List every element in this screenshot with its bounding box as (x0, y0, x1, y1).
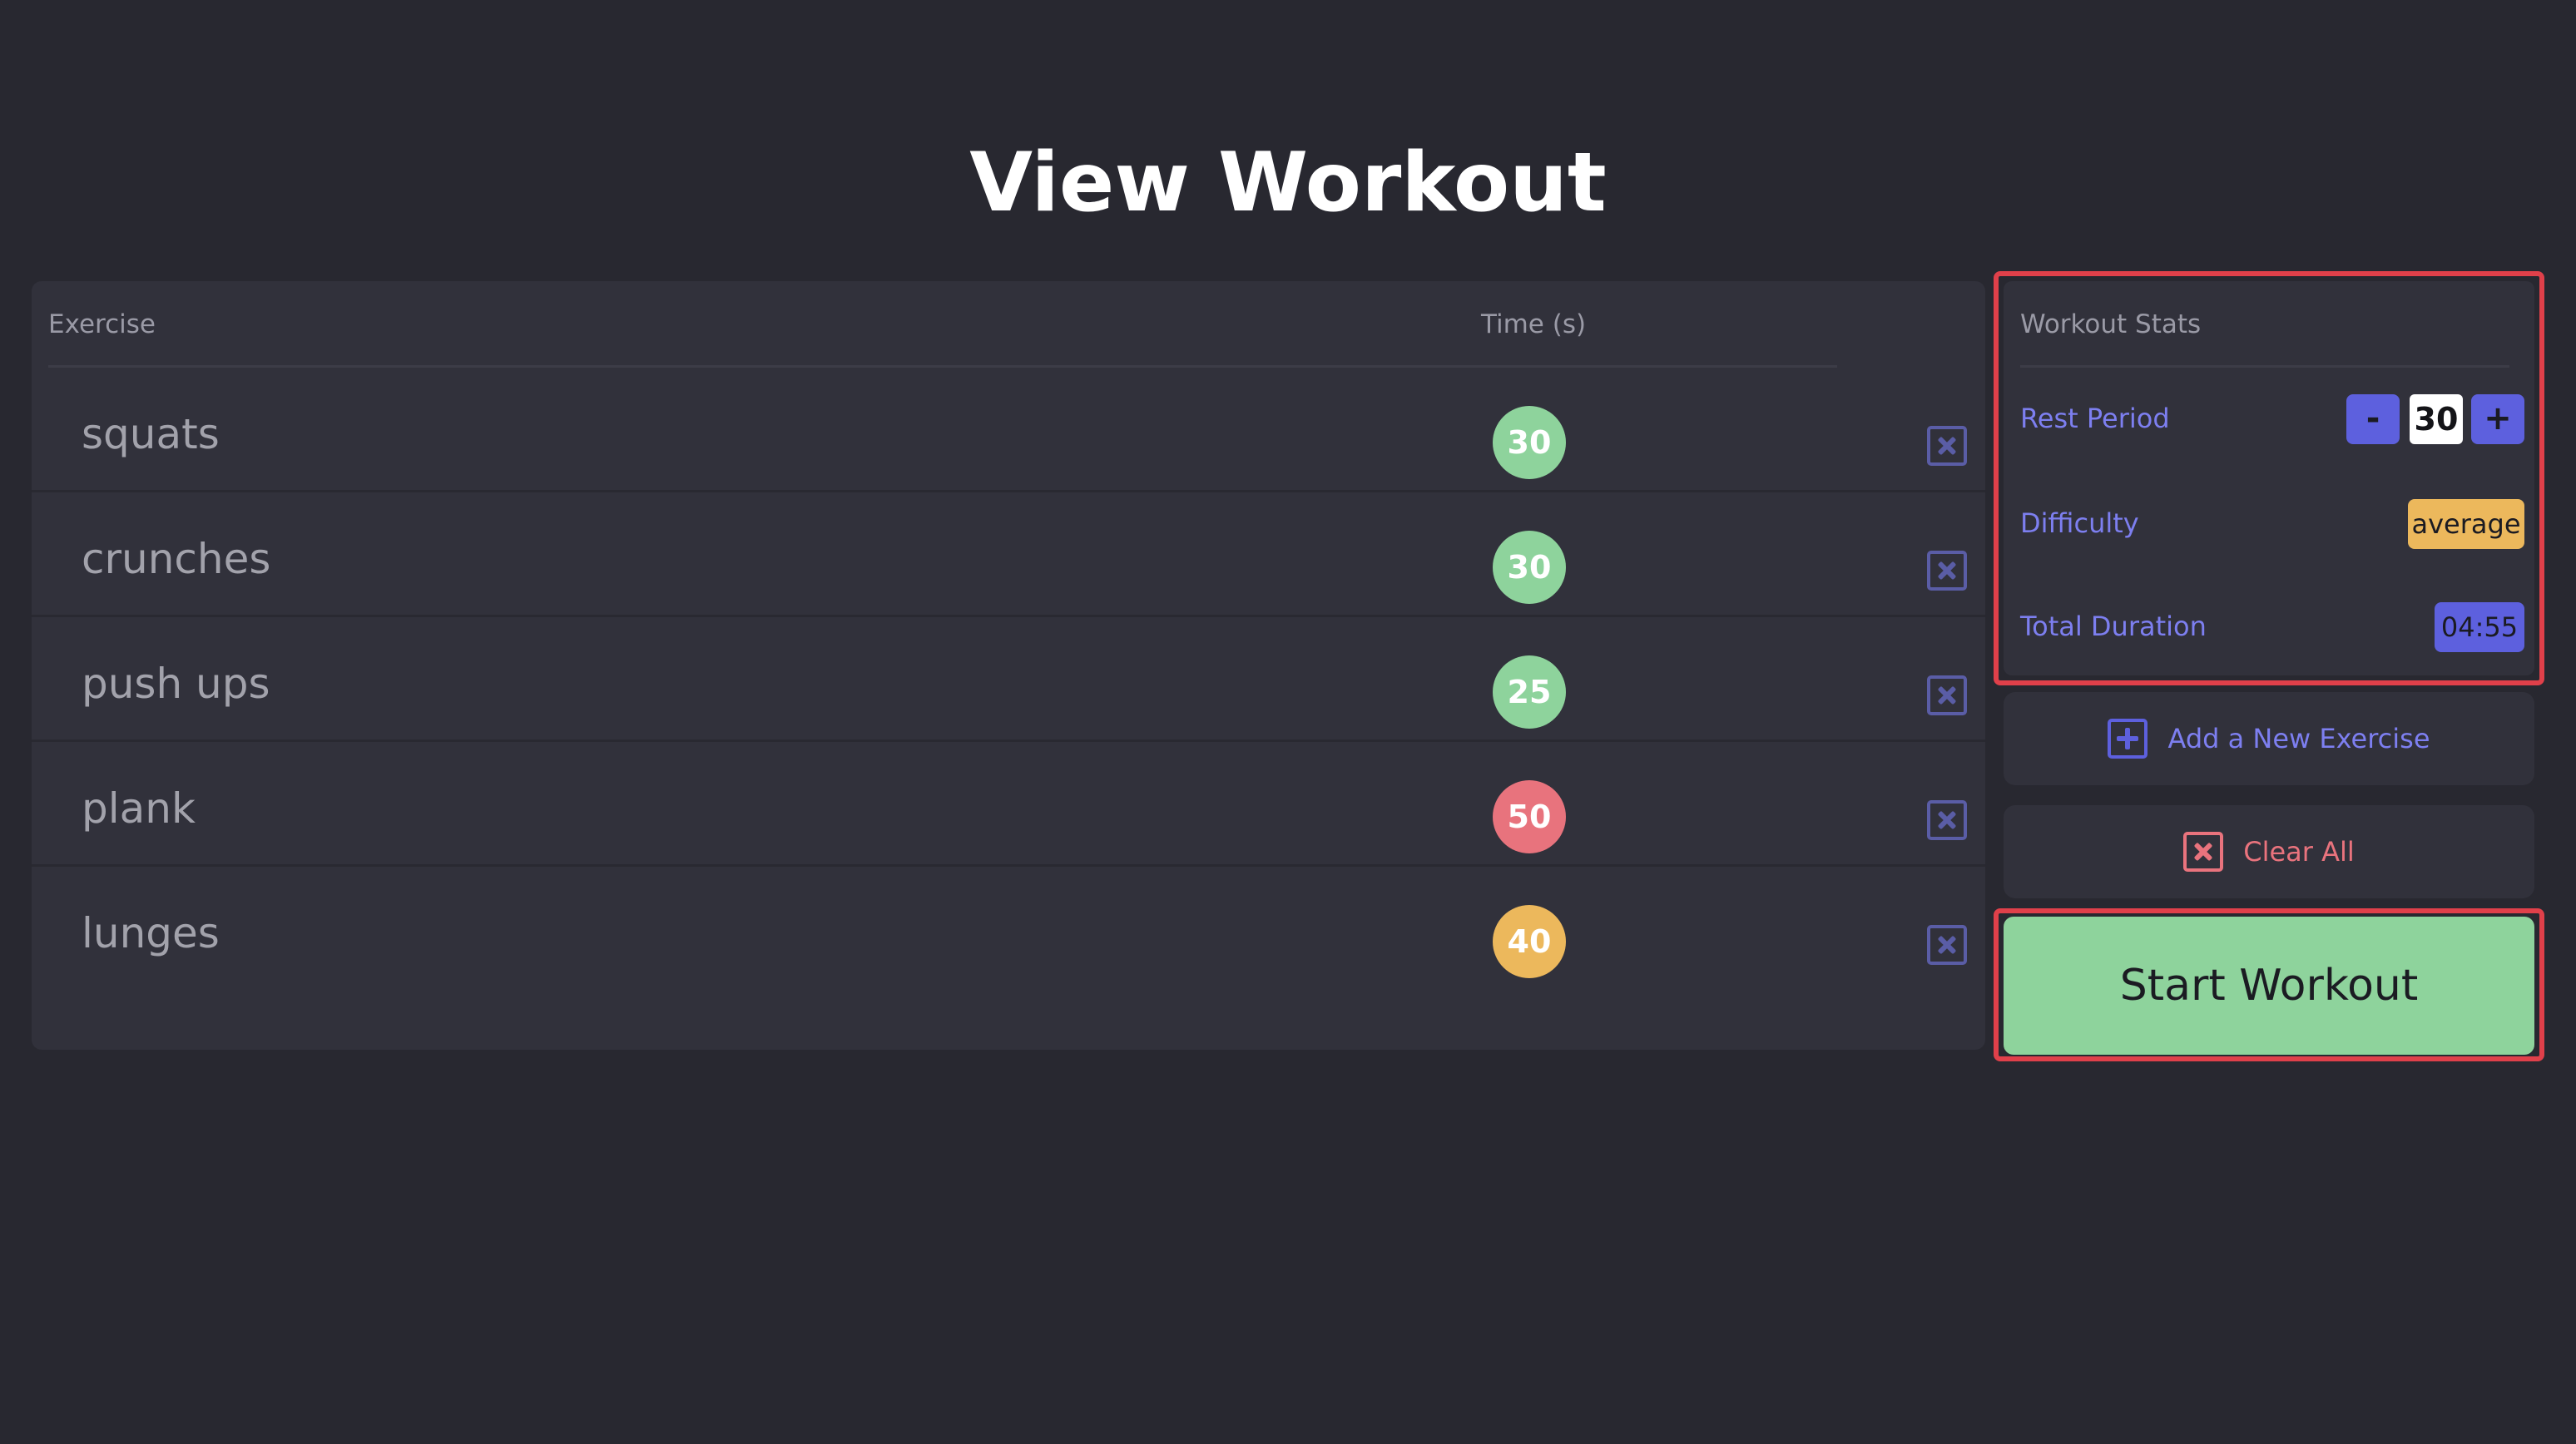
table-row: lunges 40 (32, 867, 1985, 992)
time-badge: 50 (1493, 780, 1566, 853)
close-box-icon[interactable] (1927, 551, 1967, 591)
close-box-icon[interactable] (1927, 800, 1967, 840)
close-box-icon[interactable] (1927, 426, 1967, 466)
plus-box-icon (2108, 719, 2148, 759)
workout-stats-panel: Workout Stats Rest Period - 30 + Difficu… (2004, 281, 2534, 675)
column-header-exercise: Exercise (48, 309, 156, 339)
table-row: crunches 30 (32, 492, 1985, 617)
column-header-time: Time (s) (1481, 309, 1587, 339)
clear-all-button[interactable]: Clear All (2004, 805, 2534, 898)
start-workout-button[interactable]: Start Workout (2004, 917, 2534, 1055)
time-badge: 40 (1493, 905, 1566, 978)
difficulty-label: Difficulty (2020, 507, 2139, 539)
table-row: plank 50 (32, 742, 1985, 867)
time-badge: 30 (1493, 406, 1566, 479)
rest-increment-button[interactable]: + (2471, 394, 2524, 444)
page-title: View Workout (969, 136, 1607, 230)
exercise-name: lunges (82, 909, 220, 957)
stats-title: Workout Stats (2020, 306, 2509, 368)
exercise-table: Exercise Time (s) squats 30 crunches 30 … (32, 281, 1985, 1050)
exercise-name: crunches (82, 535, 271, 583)
table-row: push ups 25 (32, 617, 1985, 742)
rest-period-label: Rest Period (2020, 403, 2170, 434)
time-badge: 30 (1493, 531, 1566, 604)
difficulty-badge: average (2408, 499, 2524, 549)
close-box-icon[interactable] (1927, 675, 1967, 715)
close-box-icon[interactable] (1927, 925, 1967, 965)
exercise-name: push ups (82, 660, 270, 708)
rest-decrement-button[interactable]: - (2346, 394, 2400, 444)
clear-all-label: Clear All (2243, 836, 2355, 868)
close-box-icon (2183, 832, 2224, 872)
table-row: squats 30 (32, 368, 1985, 492)
total-duration-label: Total Duration (2020, 611, 2207, 642)
rest-period-value[interactable]: 30 (2410, 394, 2463, 444)
table-header: Exercise Time (s) (48, 281, 1837, 368)
add-exercise-label: Add a New Exercise (2167, 723, 2430, 754)
add-exercise-button[interactable]: Add a New Exercise (2004, 692, 2534, 785)
exercise-name: squats (82, 410, 220, 458)
exercise-name: plank (82, 784, 196, 833)
time-badge: 25 (1493, 655, 1566, 729)
total-duration-badge: 04:55 (2435, 602, 2524, 652)
